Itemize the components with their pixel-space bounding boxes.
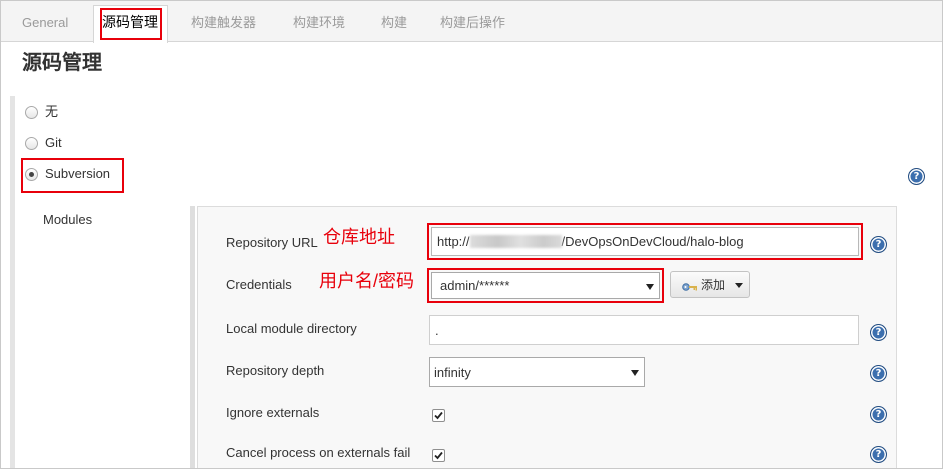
- ignore-externals-label: Ignore externals: [226, 405, 320, 420]
- help-icon[interactable]: [870, 236, 887, 253]
- scm-none-label[interactable]: 无: [45, 104, 58, 120]
- tab-build-triggers[interactable]: 构建触发器: [191, 15, 256, 31]
- key-icon: [682, 280, 698, 295]
- local-module-directory-input[interactable]: .: [429, 315, 859, 345]
- scm-git-radio[interactable]: [25, 137, 38, 150]
- credentials-annotation: 用户名/密码: [319, 271, 415, 291]
- ignore-externals-checkbox[interactable]: [432, 409, 445, 422]
- help-icon[interactable]: [870, 324, 887, 341]
- repository-depth-value: infinity: [434, 364, 471, 380]
- help-icon[interactable]: [870, 365, 887, 382]
- section-left-bar: [10, 96, 15, 468]
- repository-url-highlight-box: [427, 223, 863, 260]
- caret-down-icon: [631, 370, 639, 376]
- modules-label: Modules: [43, 212, 93, 227]
- checkmark-icon: [434, 451, 443, 460]
- local-module-directory-value: .: [435, 322, 439, 338]
- local-module-directory-label: Local module directory: [226, 321, 357, 336]
- cancel-process-on-externals-fail-label: Cancel process on externals fail: [226, 445, 411, 460]
- scm-git-label[interactable]: Git: [45, 135, 62, 151]
- repository-depth-label: Repository depth: [226, 363, 325, 378]
- repository-url-label: Repository URL: [226, 235, 318, 250]
- help-icon[interactable]: [870, 406, 887, 423]
- checkmark-icon: [434, 411, 443, 420]
- tab-highlight-box: [100, 8, 162, 40]
- tab-build[interactable]: 构建: [381, 15, 407, 31]
- tab-build-environment[interactable]: 构建环境: [293, 15, 345, 31]
- caret-down-icon: [735, 283, 743, 288]
- modules-nest-bar: [190, 206, 195, 468]
- tab-general[interactable]: General: [22, 15, 68, 31]
- section-title: 源码管理: [22, 52, 102, 74]
- add-button-label: 添加: [701, 278, 726, 292]
- scm-none-radio[interactable]: [25, 106, 38, 119]
- tab-post-build-actions[interactable]: 构建后操作: [440, 15, 505, 31]
- credentials-highlight-box: [427, 268, 664, 303]
- repository-url-annotation: 仓库地址: [323, 227, 395, 247]
- help-icon[interactable]: [870, 446, 887, 463]
- credentials-label: Credentials: [226, 277, 292, 292]
- subversion-highlight-box: [21, 158, 124, 193]
- add-credentials-button[interactable]: 添加: [670, 271, 750, 298]
- cancel-process-on-externals-fail-checkbox[interactable]: [432, 449, 445, 462]
- config-page: General 源码管理 构建触发器 构建环境 构建 构建后操作 源码管理 无 …: [0, 0, 943, 469]
- help-icon[interactable]: [908, 168, 925, 185]
- repository-depth-select[interactable]: infinity: [429, 357, 645, 387]
